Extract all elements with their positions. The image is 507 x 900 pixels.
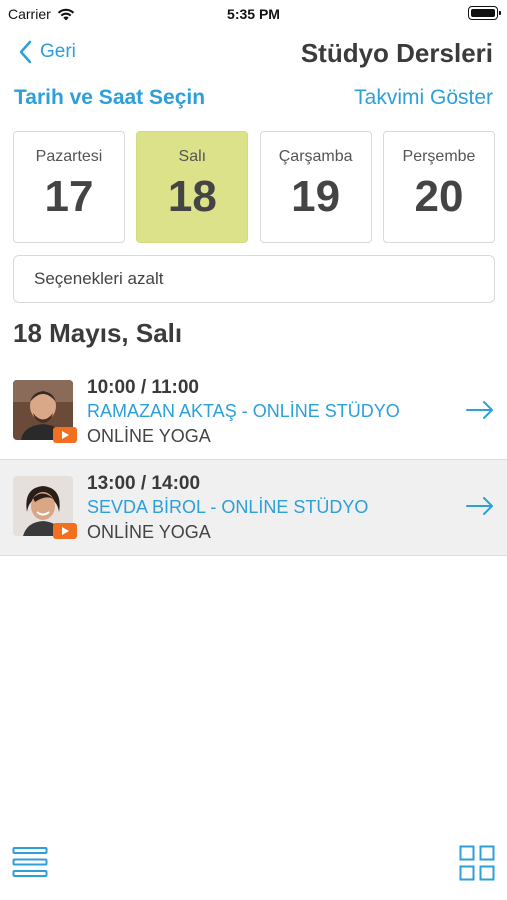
trainer-name: SEVDA BİROL - ONLİNE STÜDYO	[87, 497, 369, 517]
day-name: Salı	[178, 148, 207, 165]
day-number: 19	[291, 172, 341, 221]
class-time: 13:00 / 14:00	[87, 473, 201, 494]
back-button[interactable]: Geri	[18, 40, 76, 64]
battery-icon	[468, 6, 501, 20]
day-name: Çarşamba	[278, 148, 353, 165]
arrow-right-icon	[466, 401, 493, 419]
reduce-options-button[interactable]: Seçenekleri azalt	[13, 255, 495, 303]
day-card-wednesday[interactable]: Çarşamba 19	[259, 131, 372, 243]
show-calendar-link[interactable]: Takvimi Göster	[354, 86, 493, 110]
grid-icon[interactable]	[459, 845, 495, 881]
subheader: Tarih ve Saat Seçin Takvimi Göster	[14, 86, 493, 114]
video-play-icon	[53, 427, 77, 443]
day-card-tuesday[interactable]: Salı 18	[136, 131, 249, 243]
status-time: 5:35 PM	[227, 6, 280, 22]
class-row[interactable]: 10:00 / 11:00 RAMAZAN AKTAŞ - ONLİNE STÜ…	[0, 364, 507, 460]
video-play-icon	[53, 523, 77, 539]
back-label: Geri	[40, 41, 76, 62]
day-card-monday[interactable]: Pazartesi 17	[13, 131, 125, 243]
page-title: Stüdyo Dersleri	[300, 38, 493, 68]
class-row[interactable]: 13:00 / 14:00 SEVDA BİROL - ONLİNE STÜDY…	[0, 460, 507, 556]
day-card-thursday[interactable]: Perşembe 20	[382, 131, 495, 243]
date-heading: 18 Mayıs, Salı	[13, 318, 183, 348]
status-bar: Carrier 5:35 PM	[0, 0, 507, 28]
chevron-left-icon	[19, 40, 32, 64]
arrow-right-icon	[466, 497, 493, 515]
class-time: 10:00 / 11:00	[87, 377, 199, 398]
day-name: Perşembe	[402, 148, 476, 165]
day-picker: Pazartesi 17 Salı 18 Çarşamba 19 Perşemb…	[13, 131, 495, 243]
day-number: 17	[44, 172, 94, 221]
day-number: 20	[414, 172, 464, 221]
day-name: Pazartesi	[35, 148, 103, 165]
class-list: 10:00 / 11:00 RAMAZAN AKTAŞ - ONLİNE STÜ…	[0, 364, 507, 556]
select-date-time-label: Tarih ve Saat Seçin	[14, 86, 206, 109]
day-number: 18	[167, 172, 217, 221]
list-icon[interactable]	[12, 846, 48, 878]
class-name: ONLİNE YOGA	[87, 426, 211, 446]
class-name: ONLİNE YOGA	[87, 522, 211, 542]
navigation-bar: Geri Stüdyo Dersleri	[0, 34, 507, 74]
trainer-name: RAMAZAN AKTAŞ - ONLİNE STÜDYO	[87, 401, 400, 421]
